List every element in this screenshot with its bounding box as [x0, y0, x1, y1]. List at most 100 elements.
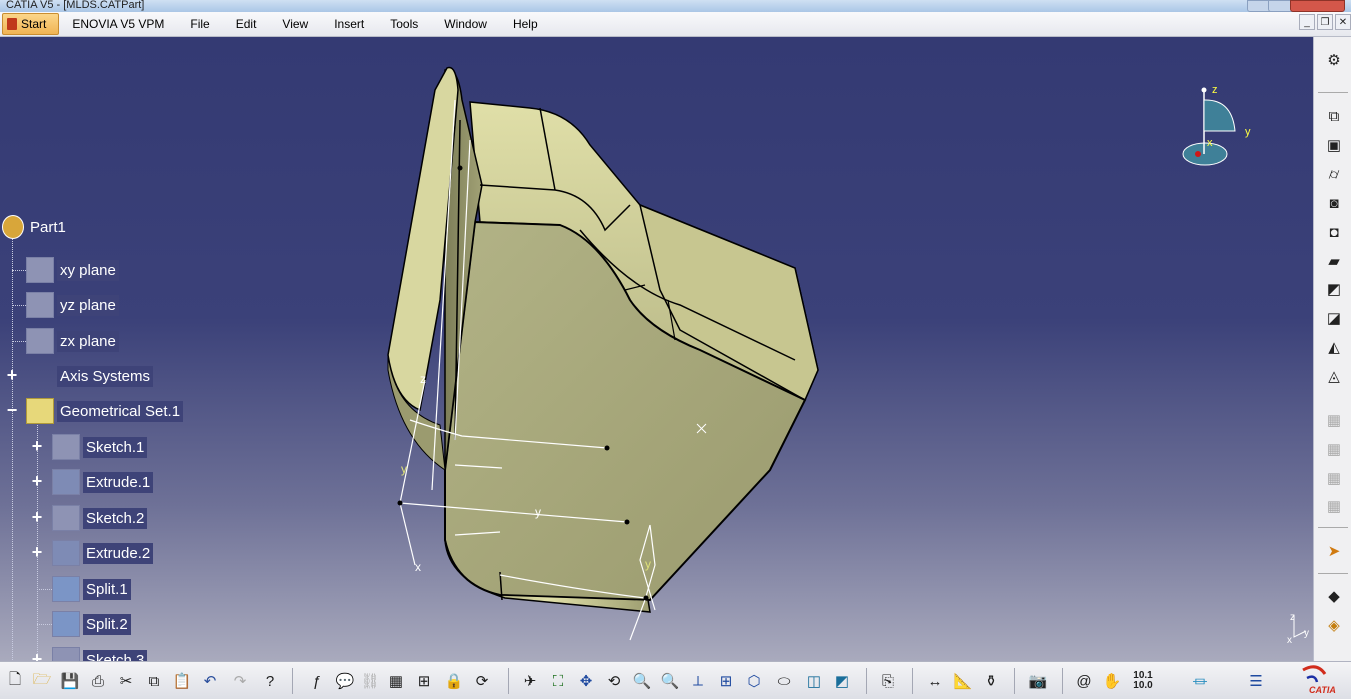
tree-item-geometrical-set[interactable]: Geometrical Set.1	[26, 398, 184, 424]
zoom-ratio-icon[interactable]: 10.1 10.0	[1128, 670, 1158, 692]
catalog-icon[interactable]: ⎘	[876, 670, 900, 692]
extract-icon[interactable]: ◭	[1322, 336, 1346, 358]
parallel-icon[interactable]: ⏛	[1188, 670, 1212, 692]
comment-icon[interactable]: 💬	[333, 670, 357, 692]
select-cursor-icon[interactable]: ➤	[1322, 540, 1346, 562]
cut-icon[interactable]: ✂	[114, 670, 138, 692]
new-file-icon[interactable]: 🗋	[3, 670, 27, 692]
menu-tools[interactable]: Tools	[377, 12, 431, 36]
expand-extrude1-button[interactable]: +	[30, 472, 44, 490]
trim-tool-icon[interactable]: ◩	[1322, 278, 1346, 300]
formula-icon[interactable]: ƒ	[305, 670, 329, 692]
menu-enovia[interactable]: ENOVIA V5 VPM	[59, 12, 177, 36]
tree-item-split1[interactable]: Split.1	[52, 576, 131, 602]
collapse-geometrical-set-button[interactable]: −	[5, 401, 19, 419]
normal-view-icon[interactable]: ⟂	[686, 670, 710, 692]
split-tool-icon[interactable]: ▰	[1322, 250, 1346, 272]
sweep-icon[interactable]: ⌭	[1322, 163, 1346, 185]
fit-all-icon[interactable]: ⛶	[546, 670, 570, 692]
tree-item-sketch3[interactable]: Sketch.3	[52, 647, 148, 661]
tree-item-zx-plane[interactable]: zx plane	[26, 328, 119, 354]
window-title: CATIA V5 - [MLDS.CATPart]	[6, 0, 145, 11]
tree-item-sketch2[interactable]: Sketch.2	[52, 505, 148, 531]
hide-show-icon[interactable]: ◫	[802, 670, 826, 692]
pan-icon[interactable]: ✥	[574, 670, 598, 692]
shaded-box-icon[interactable]: ◈	[1322, 614, 1346, 636]
undo-icon[interactable]: ↶	[198, 670, 222, 692]
sketch-axis-y-label: y	[401, 462, 407, 476]
measure-inertia-icon[interactable]: ⚱	[979, 670, 1003, 692]
boundary-icon[interactable]: ◪	[1322, 307, 1346, 329]
print-icon[interactable]: ⎙	[86, 670, 110, 692]
translate-icon[interactable]: ◬	[1322, 365, 1346, 387]
join-icon[interactable]: ◘	[1322, 221, 1346, 243]
open-folder-icon[interactable]: 🗁	[30, 670, 54, 692]
3d-viewport[interactable]: z y y y x z y x z x y Part1 xy plane yz …	[0, 37, 1313, 661]
save-icon[interactable]: 💾	[58, 670, 82, 692]
compass-y-label: y	[1245, 126, 1251, 138]
close-button[interactable]	[1290, 0, 1345, 12]
title-bar: CATIA V5 - [MLDS.CATPart]	[0, 0, 1351, 12]
tree-root-part1[interactable]: Part1	[2, 214, 69, 240]
sketch-icon	[52, 434, 80, 460]
offset-surface-icon[interactable]: ▣	[1322, 134, 1346, 156]
solid-box-icon[interactable]: ◆	[1322, 585, 1346, 607]
rotate-icon[interactable]: ⟲	[602, 670, 626, 692]
extrude-tool-icon[interactable]: ⧉	[1322, 105, 1346, 127]
tree-item-yz-plane[interactable]: yz plane	[26, 292, 119, 318]
multi-view-icon[interactable]: ⊞	[714, 670, 738, 692]
paste-icon[interactable]: 📋	[170, 670, 194, 692]
zoom-in-icon[interactable]: 🔍	[630, 670, 654, 692]
layer-list-icon[interactable]: ☰	[1244, 670, 1268, 692]
menu-window[interactable]: Window	[431, 12, 500, 36]
tree-item-extrude2[interactable]: Extrude.2	[52, 540, 154, 566]
lock-icon[interactable]: 🔒	[442, 670, 466, 692]
capture-camera-icon[interactable]: 📷	[1026, 670, 1050, 692]
menu-start[interactable]: Start	[2, 13, 60, 35]
expand-axis-systems-button[interactable]: +	[5, 366, 19, 384]
expand-extrude2-button[interactable]: +	[30, 543, 44, 561]
menu-file[interactable]: File	[177, 12, 222, 36]
swap-visible-icon[interactable]: ◩	[830, 670, 854, 692]
spin-icon[interactable]: @	[1072, 670, 1096, 692]
menu-help[interactable]: Help	[500, 12, 551, 36]
measure-item-icon[interactable]: 📐	[951, 670, 975, 692]
compass[interactable]: z y x	[1177, 84, 1267, 174]
bottom-toolbar: 🗋 🗁 💾 ⎙ ✂ ⧉ 📋 ↶ ↷ ? ƒ 💬 ⛓ ▦ ⊞ 🔒 ⟳ ✈ ⛶ ✥ …	[0, 661, 1351, 699]
tree-item-label: Extrude.2	[83, 542, 154, 564]
shading-icon[interactable]: ⬭	[772, 670, 796, 692]
fill-icon[interactable]: ◙	[1322, 192, 1346, 214]
whats-this-icon[interactable]: ?	[258, 670, 282, 692]
tree-item-extrude1[interactable]: Extrude.1	[52, 469, 154, 495]
iso-view-icon[interactable]: ⬡	[742, 670, 766, 692]
tree-item-split2[interactable]: Split.2	[52, 611, 131, 637]
split-icon	[52, 611, 80, 637]
tree-item-sketch1[interactable]: Sketch.1	[52, 434, 148, 460]
specification-tree: Part1 xy plane yz plane zx plane + Axis …	[0, 212, 220, 661]
fly-mode-icon[interactable]: ✈	[518, 670, 542, 692]
doc-minimize-button[interactable]: _	[1299, 14, 1315, 30]
settings-gear-icon[interactable]: ⚙	[1322, 49, 1346, 71]
doc-close-button[interactable]: ✕	[1335, 14, 1351, 30]
compass-x-label: x	[1207, 137, 1213, 149]
update-icon[interactable]: ⟳	[470, 670, 494, 692]
menu-view[interactable]: View	[269, 12, 321, 36]
knowledge-icon[interactable]: ⛓	[358, 670, 382, 692]
measure-between-icon[interactable]: ↔	[923, 670, 947, 692]
start-icon	[7, 18, 17, 30]
zoom-out-icon[interactable]: 🔍	[658, 670, 682, 692]
tree-item-axis-systems[interactable]: Axis Systems	[26, 363, 154, 389]
tree-icon[interactable]: ⊞	[412, 670, 436, 692]
tree-item-xy-plane[interactable]: xy plane	[26, 257, 119, 283]
menu-edit[interactable]: Edit	[223, 12, 270, 36]
expand-sketch2-button[interactable]: +	[30, 508, 44, 526]
table-icon[interactable]: ▦	[384, 670, 408, 692]
menu-insert[interactable]: Insert	[321, 12, 377, 36]
copy-icon[interactable]: ⧉	[142, 670, 166, 692]
doc-restore-button[interactable]: ❐	[1317, 14, 1333, 30]
hand-icon[interactable]: ✋	[1100, 670, 1124, 692]
expand-sketch1-button[interactable]: +	[30, 437, 44, 455]
right-toolbar: ⚙ ⧉ ▣ ⌭ ◙ ◘ ▰ ◩ ◪ ◭ ◬ ▦ ▦ ▦ ▦ ➤ ◆ ◈	[1313, 37, 1351, 661]
triad-z-label: z	[1290, 612, 1295, 623]
expand-sketch3-button[interactable]: +	[30, 650, 44, 661]
